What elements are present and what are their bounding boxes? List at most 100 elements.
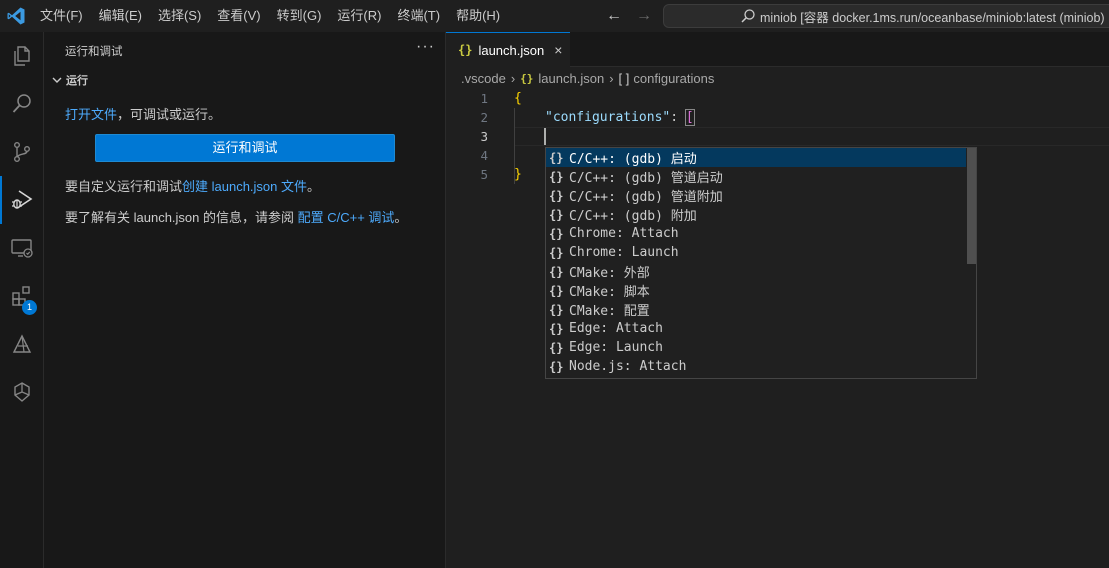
snippet-icon: {} [549,302,564,317]
snippet-icon: {} [549,283,564,298]
menu-edit[interactable]: 编辑(E) [91,0,150,32]
line-number: 3 [480,129,488,144]
suggestion-label: CMake: 脚本 [569,285,650,300]
activity-explorer[interactable] [0,32,44,80]
chevron-right-icon: › [609,71,614,86]
snippet-icon: {} [549,321,564,336]
learn-suffix: 。 [394,210,408,225]
suggestion-label: Edge: Attach [569,321,663,336]
menu-run[interactable]: 运行(R) [329,0,389,32]
forward-arrow-icon[interactable]: → [634,6,654,26]
copilot-icon [14,382,30,402]
line-content: { [514,91,522,106]
suggestion-label: C/C++: (gdb) 管道启动 [569,171,723,186]
run-debug-sidebar: 运行和调试 ··· 运行 打开文件，可调试或运行。 运行和调试 要自定义运行和调… [44,32,446,568]
menu-selection[interactable]: 选择(S) [150,0,209,32]
line-number: 1 [480,91,488,106]
create-launch-json-link[interactable]: 创建 launch.json 文件 [182,179,307,194]
code-line: 1 { [446,89,1109,108]
open-file-link[interactable]: 打开文件 [65,107,117,122]
scrollbar[interactable] [967,148,976,264]
chevron-down-icon [52,77,62,83]
snippet-icon: {} [549,226,564,241]
suggestion-item[interactable]: {} CMake: 外部 [546,262,966,282]
suggestion-item[interactable]: {} C/C++: (gdb) 管道启动 [546,167,966,187]
menu-help[interactable]: 帮助(H) [448,0,508,32]
editor-tabs: {} launch.json × [446,32,1109,67]
tab-launch-json[interactable]: {} launch.json × [446,32,570,67]
array-symbol-icon: [ ] [618,71,630,86]
snippet-icon: {} [549,359,564,374]
configure-debug-link[interactable]: 配置 C/C++ 调试 [298,210,395,225]
suggestion-item[interactable]: {} C/C++: (gdb) 启动 [546,148,966,167]
suggestion-item[interactable]: {} Edge: Launch [546,338,966,357]
suggestion-item[interactable]: {} Chrome: Launch [546,243,966,262]
chevron-right-icon: › [510,71,516,86]
activity-bar: 1 [0,32,44,568]
menu-view[interactable]: 查看(V) [209,0,268,32]
menu-go[interactable]: 转到(G) [269,0,330,32]
activity-source-control[interactable] [0,128,44,176]
code-line: 2 "configurations": [ [446,108,1109,127]
run-section-header[interactable]: 运行 [50,72,88,88]
learn-prefix: 要了解有关 launch.json 的信息，请参阅 [65,210,298,225]
activity-remote-explorer[interactable] [0,224,44,272]
back-arrow-icon[interactable]: ← [604,6,624,26]
suggestion-item[interactable]: {} C/C++: (gdb) 附加 [546,205,966,225]
suggestion-item[interactable]: {} Chrome: Attach [546,224,966,243]
activity-copilot[interactable] [0,368,44,416]
menu-bar: 文件(F) 编辑(E) 选择(S) 查看(V) 转到(G) 运行(R) 终端(T… [32,0,508,32]
json-key: "configurations" [545,110,671,125]
activity-extensions[interactable]: 1 [0,272,44,320]
snippet-icon: {} [549,340,564,355]
open-file-suffix: ，可调试或运行。 [117,107,222,122]
breadcrumb-folder[interactable]: .vscode [461,71,506,86]
text-cursor [544,128,546,145]
suggestion-item[interactable]: {} Edge: Attach [546,319,966,338]
suggestion-label: CMake: 配置 [569,304,650,319]
line-number: 2 [480,110,488,125]
command-center[interactable]: miniob [容器 docker.1ms.run/oceanbase/mini… [663,4,1109,28]
run-debug-icon [12,190,33,209]
section-label: 运行 [66,75,88,87]
suggestion-item[interactable]: {} Node.js: Attach [546,357,966,376]
activity-run-debug[interactable] [0,176,44,224]
customize-prefix: 要自定义运行和调试 [65,179,183,194]
snippet-icon: {} [549,264,564,279]
line-content: "configurations": [ [545,108,695,127]
snippet-icon: {} [549,245,564,260]
snippet-icon: {} [549,150,564,165]
suggestion-label: CMake: 外部 [569,266,650,281]
breadcrumb-file[interactable]: launch.json [538,71,604,86]
more-actions-icon[interactable]: ··· [416,38,435,56]
line-content: } [514,167,522,182]
json-file-icon: {} [458,43,473,57]
json-file-icon: {} [520,72,534,85]
close-icon[interactable]: × [554,42,562,58]
suggestion-widget: {} Node.js: Attach {} Edge: Launch {} Edge: A… [545,147,977,379]
snippet-icon: {} [549,207,564,222]
open-file-hint: 打开文件，可调试或运行。 [65,104,221,123]
json-bracket: [ [684,109,695,126]
activity-search[interactable] [0,80,44,128]
suggestion-label: C/C++: (gdb) 启动 [569,152,697,167]
run-and-debug-button[interactable]: 运行和调试 [95,134,395,162]
remote-explorer-icon [11,239,33,258]
json-colon: : [670,110,686,125]
command-center-label: miniob [容器 docker.1ms.run/oceanbase/mini… [760,10,1109,25]
snippet-icon: {} [549,188,564,203]
breadcrumb-symbol[interactable]: configurations [633,71,714,86]
customize-suffix: 。 [307,179,321,194]
suggestion-item[interactable]: {} CMake: 脚本 [546,281,966,301]
suggestion-label: Chrome: Launch [569,245,679,260]
ai-icon [12,334,32,353]
suggestion-item[interactable]: {} CMake: 配置 [546,300,966,320]
menu-file[interactable]: 文件(F) [32,0,91,32]
learn-hint: 要了解有关 launch.json 的信息，请参阅 配置 C/C++ 调试。 [65,207,407,226]
suggestion-item[interactable]: {} C/C++: (gdb) 管道附加 [546,186,966,206]
suggestion-label: C/C++: (gdb) 管道附加 [569,190,723,205]
menu-terminal[interactable]: 终端(T) [389,0,448,32]
activity-ai-tool[interactable] [0,320,44,368]
explorer-icon [14,46,30,66]
suggestion-label: C/C++: (gdb) 附加 [569,209,697,224]
